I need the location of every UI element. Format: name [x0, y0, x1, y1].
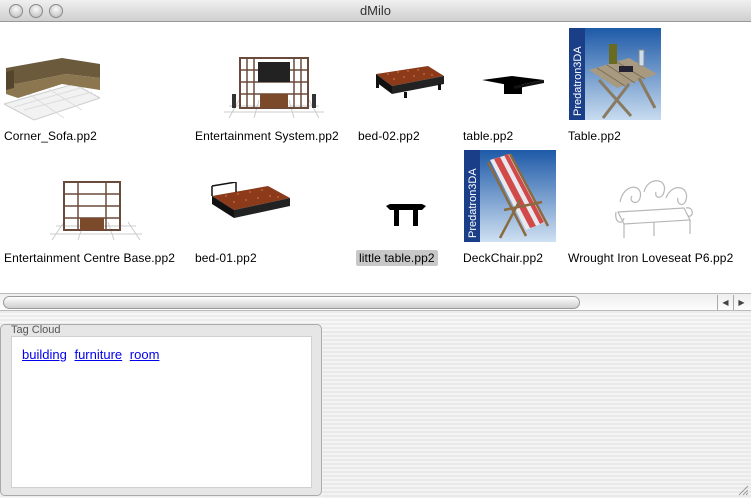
scroll-left-arrow-icon[interactable]: ◀ — [717, 295, 733, 310]
scroll-right-arrow-icon[interactable]: ▶ — [733, 295, 749, 310]
predatron-logo: Predatron3DA — [467, 168, 479, 238]
file-name: Corner_Sofa.pp2 — [4, 129, 97, 143]
table-thumbnail — [482, 76, 544, 94]
horizontal-scrollbar[interactable]: ◀ ▶ — [0, 293, 751, 311]
file-name: DeckChair.pp2 — [463, 251, 544, 265]
tag-link-furniture[interactable]: furniture — [74, 347, 122, 362]
file-name: Entertainment Centre Base.pp2 — [4, 251, 175, 265]
file-name: Entertainment System.pp2 — [195, 129, 339, 143]
tag-link-building[interactable]: building — [22, 347, 67, 362]
tag-cloud-panel: Tag Cloud building furniture room — [0, 324, 322, 496]
tag-list: building furniture room — [22, 347, 163, 362]
file-name: bed-02.pp2 — [358, 129, 420, 143]
tag-cloud-box: building furniture room — [11, 336, 312, 488]
tag-link-room[interactable]: room — [130, 347, 160, 362]
tag-cloud-title: Tag Cloud — [11, 324, 61, 336]
window-title: dMilo — [359, 3, 392, 18]
predatron-deckchair-thumbnail: Predatron3DA — [464, 150, 556, 242]
predatron-logo: Predatron3DA — [572, 46, 584, 116]
title-bar: dMilo — [0, 0, 751, 22]
little-table-thumbnail — [386, 204, 426, 226]
file-browser: Corner_Sofa.pp2 Entertainment System.pp2… — [0, 22, 751, 293]
scrollbar-thumb[interactable] — [3, 296, 580, 309]
loveseat-thumbnail — [615, 180, 693, 238]
file-name: Wrought Iron Loveseat P6.pp2 — [568, 251, 734, 265]
file-name: table.pp2 — [463, 129, 514, 143]
entertainment-centre-base-thumbnail — [50, 181, 142, 240]
corner-sofa-thumbnail — [4, 58, 100, 121]
file-name: bed-01.pp2 — [195, 251, 257, 265]
detail-pane — [323, 331, 751, 498]
file-name: Table.pp2 — [568, 129, 621, 143]
resize-grip-icon[interactable] — [737, 484, 749, 496]
bed-thumbnail — [211, 182, 290, 218]
predatron-table-thumbnail: Predatron3DA — [569, 28, 661, 120]
file-name-selected: little table.pp2 — [356, 250, 438, 266]
bottom-pane: Tag Cloud building furniture room — [0, 311, 751, 498]
bed-thumbnail — [376, 66, 444, 98]
entertainment-system-thumbnail — [224, 57, 324, 119]
